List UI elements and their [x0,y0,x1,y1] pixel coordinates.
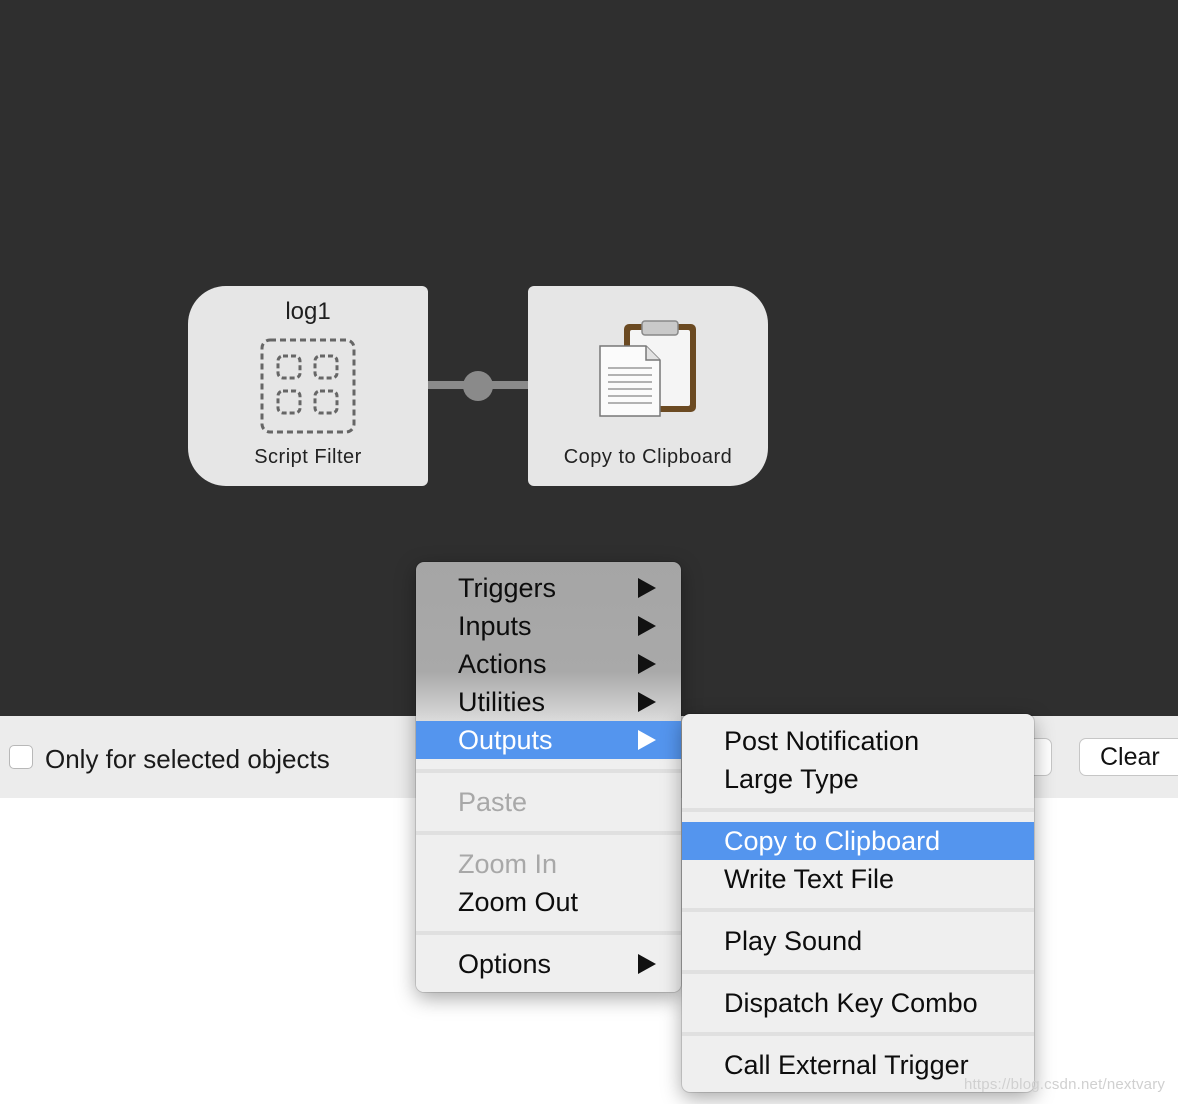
menu-item-label: Inputs [458,611,532,641]
menu-item-zoom-in[interactable]: Zoom In [416,845,681,883]
copy-to-clipboard-node[interactable]: Copy to Clipboard [528,286,768,486]
menu-item-triggers[interactable]: Triggers [416,569,681,607]
outputs-submenu: Post Notification Large Type Copy to Cli… [682,714,1034,1092]
submenu-item-copy-to-clipboard[interactable]: Copy to Clipboard [682,822,1034,860]
menu-separator [682,808,1034,812]
menu-separator [682,908,1034,912]
menu-item-label: Call External Trigger [724,1050,969,1080]
submenu-arrow-icon [638,954,656,974]
menu-item-label: Outputs [458,725,553,755]
submenu-arrow-icon [638,692,656,712]
menu-item-inputs[interactable]: Inputs [416,607,681,645]
menu-item-paste[interactable]: Paste [416,783,681,821]
menu-item-zoom-out[interactable]: Zoom Out [416,883,681,921]
submenu-item-dispatch-key-combo[interactable]: Dispatch Key Combo [682,984,1034,1022]
script-filter-icon [260,338,356,434]
menu-item-label: Actions [458,649,547,679]
submenu-item-play-sound[interactable]: Play Sound [682,922,1034,960]
menu-item-label: Post Notification [724,726,920,756]
menu-item-label: Paste [458,787,528,817]
connection-handle[interactable] [463,371,493,401]
menu-item-label: Zoom Out [458,887,579,917]
menu-separator [416,931,681,935]
submenu-arrow-icon [638,730,656,750]
context-menu: Triggers Inputs Actions Utilities Output… [416,562,681,992]
script-filter-node[interactable]: log1 Script Filter [188,286,428,486]
submenu-item-large-type[interactable]: Large Type [682,760,1034,798]
menu-item-label: Zoom In [458,849,558,879]
menu-item-label: Write Text File [724,864,895,894]
menu-separator [416,769,681,773]
menu-separator [682,970,1034,974]
menu-item-actions[interactable]: Actions [416,645,681,683]
menu-item-label: Triggers [458,573,557,603]
menu-item-label: Large Type [724,764,859,794]
only-selected-checkbox[interactable] [9,745,33,769]
submenu-arrow-icon [638,654,656,674]
menu-item-label: Copy to Clipboard [724,826,941,856]
node-label: Copy to Clipboard [563,446,733,468]
submenu-item-write-text-file[interactable]: Write Text File [682,860,1034,898]
menu-item-label: Options [458,949,552,979]
node-title: log1 [285,298,331,325]
menu-separator [682,1032,1034,1036]
only-selected-label[interactable]: Only for selected objects [45,744,330,775]
menu-item-outputs[interactable]: Outputs [416,721,681,759]
submenu-item-post-notification[interactable]: Post Notification [682,722,1034,760]
menu-item-options[interactable]: Options [416,945,681,983]
clipboard-icon [599,320,696,417]
menu-item-utilities[interactable]: Utilities [416,683,681,721]
clear-button[interactable]: Clear [1079,738,1178,776]
menu-item-label: Play Sound [724,926,863,956]
menu-separator [416,831,681,835]
menu-item-label: Dispatch Key Combo [724,988,978,1018]
node-label: Script Filter [254,446,362,468]
submenu-arrow-icon [638,616,656,636]
menu-item-label: Utilities [458,687,546,717]
watermark: https://blog.csdn.net/nextvary [964,1076,1166,1093]
submenu-arrow-icon [638,578,656,598]
